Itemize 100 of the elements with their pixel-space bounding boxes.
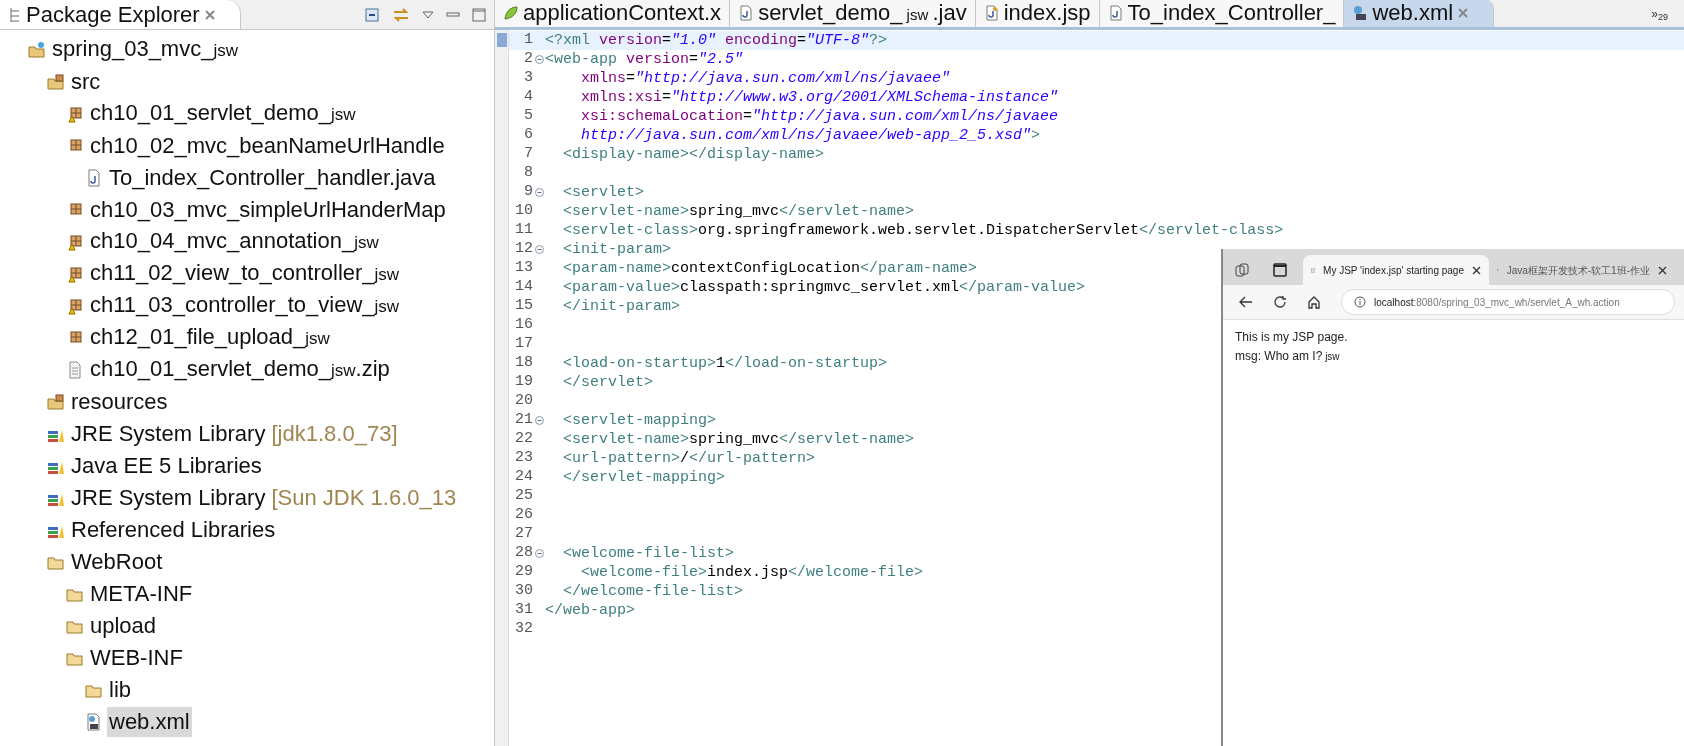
tree-item[interactable]: ch12_01_file_upload_jsw [88,322,332,354]
bookmark-marker [497,33,507,47]
fold-toggle-icon[interactable] [534,416,544,425]
code-line: </web-app> [545,601,635,620]
tree-item[interactable]: META-INF [88,579,195,609]
line-number: 12 [509,238,545,261]
panel-title: Package Explorer [26,1,200,29]
tree-item[interactable]: ch11_03_controller_to_view_jsw [88,290,402,322]
code-line: <servlet-mapping> [562,411,717,430]
code-line: xmlns="http://java.sun.com/xml/ns/javaee" [580,69,951,88]
code-line: <param-name>contextConfigLocation</param-name> [562,259,978,278]
jsp-file-icon [983,4,1000,21]
tree-item[interactable]: To_index_Controller_handler.java [107,163,438,193]
line-number: 30 [514,581,534,602]
line-number: 13 [514,258,534,279]
line-number: 15 [514,296,534,317]
fold-toggle-icon[interactable] [534,549,544,558]
collapse-all-icon[interactable] [364,6,380,23]
code-line: </servlet-mapping> [562,468,726,487]
tree-item[interactable]: ch10_01_servlet_demo_jsw [88,98,358,130]
code-line: </welcome-file-list> [562,582,744,601]
close-icon[interactable] [1472,265,1481,275]
line-number: 2 [509,48,545,71]
page-text: This is my JSP page. [1235,329,1349,346]
line-number: 32 [514,619,534,640]
editor-tab[interactable]: To_index_Controller_ [1099,0,1345,27]
tree-item[interactable]: Referenced Libraries [69,515,278,545]
editor-tab[interactable]: servlet_demo_ jsw .jav [730,0,976,27]
tree-item[interactable]: src [69,67,103,97]
line-number: 31 [514,600,534,621]
fold-toggle-icon[interactable] [534,55,544,64]
line-number: 19 [514,372,534,393]
home-icon[interactable] [1307,295,1321,309]
tree-item[interactable]: ch10_03_mvc_simpleUrlHanderMap [88,195,448,225]
tree-item[interactable]: ch10_01_servlet_demo_jsw.zip [88,354,392,386]
reload-icon[interactable] [1273,295,1287,309]
package-warning-icon [66,265,84,283]
package-warning-icon [66,233,84,251]
tree-item[interactable]: JRE System Library [jdk1.8.0_73] [69,419,400,449]
editor-tab[interactable]: index.jsp [975,0,1100,27]
line-number: 9 [509,181,545,204]
tree-item[interactable]: spring_03_mvc_jsw [50,34,240,66]
code-line: <welcome-file-list> [562,544,735,563]
fold-toggle-icon[interactable] [534,188,544,197]
page-text: msg: Who am I? jsw [1235,348,1341,365]
package-folder-icon [47,393,65,411]
code-line: <load-on-startup>1</load-on-startup> [562,354,888,373]
code-line: <display-name></display-name> [562,145,825,164]
code-line: <web-app version="2.5" [545,50,744,69]
maximize-icon[interactable] [472,7,486,22]
browser-tab[interactable]: My JSP 'index.jsp' starting page [1303,255,1489,285]
fold-toggle-icon[interactable] [534,245,544,254]
tree-item[interactable]: JRE System Library [Sun JDK 1.6.0_13 [69,483,459,513]
code-line: <?xml version="1.0" encoding="UTF-8"?> [545,31,888,50]
line-number: 6 [523,125,534,146]
project-folder-icon [28,41,46,59]
address-bar[interactable]: localhost:8080/spring_03_mvc_wh/servlet_A_wh.action [1341,289,1675,315]
workspaces-icon[interactable] [1235,263,1249,277]
code-line: <param-value>classpath:springmvc_servlet.xml</param-value> [562,278,1086,297]
line-number: 14 [514,277,534,298]
tree-item[interactable]: upload [88,611,159,641]
java-file-icon [85,169,103,187]
line-number: 17 [514,334,534,355]
tree-item[interactable]: ch10_02_mvc_beanNameUrlHandle [88,131,447,161]
package-warning-icon [66,105,84,123]
tree-item[interactable]: lib [107,675,133,705]
line-number: 7 [523,144,534,165]
code-line: <init-param> [562,240,672,259]
line-number: 1 [523,30,534,51]
editor-tab[interactable]: applicationContext.x [495,0,731,27]
more-tabs-button[interactable]: »$_{29}$ [1651,5,1684,27]
tab-actions-icon[interactable] [1273,263,1287,277]
hierarchy-icon [8,6,22,23]
leaf-icon [503,4,519,21]
line-number: 16 [514,315,534,336]
tree-item[interactable]: ch10_04_mvc_annotation_jsw [88,226,381,258]
tree-item[interactable]: web.xml [107,707,192,737]
back-arrow-icon[interactable] [1239,296,1253,308]
tree-item[interactable]: ch11_02_view_to_controller_jsw [88,258,402,290]
line-number: 21 [509,409,545,432]
code-line: xmlns:xsi="http://www.w3.org/2001/XMLSchema-instance" [580,88,1059,107]
tree-item[interactable]: Java EE 5 Libraries [69,451,264,481]
line-number: 29 [514,562,534,583]
code-line: <url-pattern>/</url-pattern> [562,449,816,468]
tree-item[interactable]: WebRoot [69,547,165,577]
line-number: 25 [514,486,534,507]
info-icon[interactable] [1354,296,1366,308]
java-file-icon [1107,4,1124,21]
tree-item[interactable]: WEB-INF [88,643,185,673]
minimize-icon[interactable] [446,9,460,20]
java-file-icon [738,4,755,21]
close-icon[interactable] [1658,265,1667,275]
code-line: </init-param> [562,297,681,316]
file-icon [66,361,84,379]
line-number: 23 [514,448,534,469]
package-folder-icon [47,73,65,91]
line-number: 20 [514,391,534,412]
view-menu-icon[interactable] [422,9,434,20]
tree-item[interactable]: resources [69,387,170,417]
editor-tab[interactable]: web.xml [1344,0,1495,27]
